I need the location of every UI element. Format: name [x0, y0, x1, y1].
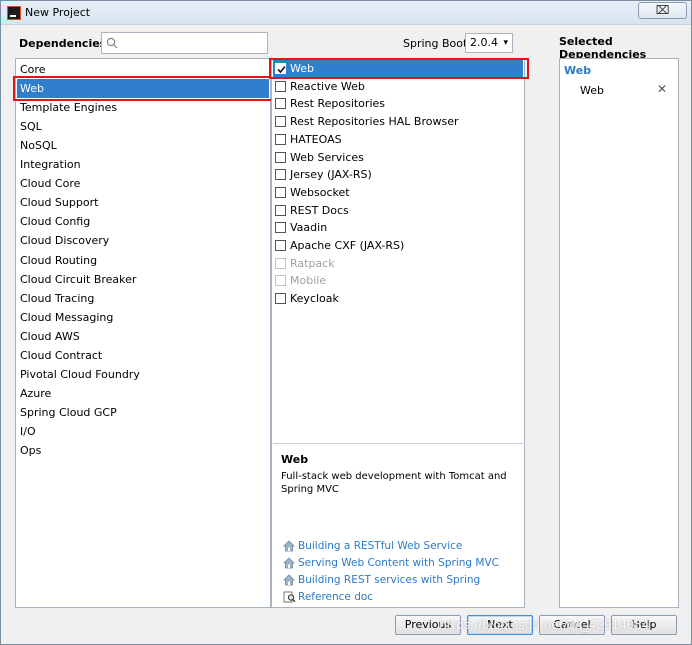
- dependency-label: Websocket: [290, 185, 350, 199]
- category-item-cloud-messaging[interactable]: Cloud Messaging: [17, 308, 269, 327]
- category-item-cloud-aws[interactable]: Cloud AWS: [17, 327, 269, 346]
- dependency-checkbox[interactable]: [275, 186, 286, 198]
- dependency-item-rest-repositories[interactable]: Rest Repositories: [273, 95, 523, 113]
- description-title: Web: [281, 453, 309, 466]
- cancel-button[interactable]: Cancel: [539, 615, 605, 635]
- dependency-highlight-box: [269, 58, 529, 79]
- description-text: Full-stack web development with Tomcat a…: [281, 471, 507, 495]
- category-item-cloud-config[interactable]: Cloud Config: [17, 212, 269, 231]
- dependency-label: Reactive Web: [290, 79, 365, 93]
- dependency-item-websocket[interactable]: Websocket: [273, 184, 523, 202]
- category-item-integration[interactable]: Integration: [17, 155, 269, 174]
- spring-boot-version-select[interactable]: 2.0.4 ▾: [465, 33, 513, 53]
- category-item-azure[interactable]: Azure: [17, 384, 269, 403]
- category-item-ops[interactable]: Ops: [17, 441, 269, 460]
- category-item-spring-cloud-gcp[interactable]: Spring Cloud GCP: [17, 403, 269, 422]
- selected-group-web: Web: [564, 64, 592, 77]
- category-item-cloud-routing[interactable]: Cloud Routing: [17, 251, 269, 270]
- dependency-checkbox[interactable]: [275, 222, 286, 234]
- guide-link-label[interactable]: Reference doc: [298, 591, 373, 603]
- next-button[interactable]: Next: [467, 615, 533, 635]
- dependency-item-jersey-jax-rs[interactable]: Jersey (JAX-RS): [273, 166, 523, 184]
- dependency-list: Web Reactive Web Rest Repositories Rest Rep…: [271, 58, 525, 608]
- dependency-item-apache-cxf-jax-rs[interactable]: Apache CXF (JAX-RS): [273, 237, 523, 255]
- dependencies-label: Dependencies: [19, 37, 107, 50]
- doc-search-icon: [283, 591, 296, 603]
- dependency-checkbox: [275, 257, 286, 269]
- dependency-checkbox[interactable]: [275, 116, 286, 128]
- dependency-checkbox[interactable]: [275, 204, 286, 216]
- category-item-i-o[interactable]: I/O: [17, 422, 269, 441]
- intellij-app-icon: [7, 6, 21, 20]
- dependency-label: Mobile: [290, 274, 327, 288]
- dependency-label: Web Services: [290, 150, 364, 164]
- dependency-checkbox[interactable]: [275, 80, 286, 92]
- dependency-label: Jersey (JAX-RS): [290, 168, 372, 182]
- dependency-item-rest-repositories-hal-browser[interactable]: Rest Repositories HAL Browser: [273, 113, 523, 131]
- dependency-item-vaadin[interactable]: Vaadin: [273, 219, 523, 237]
- dependency-label: Ratpack: [290, 256, 335, 270]
- dependency-label: Rest Repositories HAL Browser: [290, 115, 459, 129]
- spring-boot-version-value: 2.0.4: [470, 36, 498, 49]
- spring-boot-label: Spring Boot: [403, 37, 468, 50]
- close-button[interactable]: ⌧: [638, 2, 687, 19]
- category-list: Core Web Template Engines SQL NoSQL Integrati…: [15, 58, 271, 608]
- category-item-cloud-contract[interactable]: Cloud Contract: [17, 346, 269, 365]
- dependency-item-reactive-web[interactable]: Reactive Web: [273, 78, 523, 96]
- title-bar: New Project ⌧: [1, 1, 691, 25]
- search-icon: [106, 37, 118, 49]
- dependency-checkbox: [275, 275, 286, 287]
- dependency-label: Vaadin: [290, 221, 328, 235]
- dependency-checkbox[interactable]: [275, 133, 286, 145]
- selected-dependencies-panel: Web Web ✕: [559, 58, 679, 608]
- category-item-nosql[interactable]: NoSQL: [17, 136, 269, 155]
- dependency-label: REST Docs: [290, 203, 349, 217]
- category-item-cloud-tracing[interactable]: Cloud Tracing: [17, 289, 269, 308]
- dependency-checkbox[interactable]: [275, 293, 286, 305]
- guide-link-label[interactable]: Building REST services with Spring: [298, 574, 480, 586]
- dependency-item-hateoas[interactable]: HATEOAS: [273, 131, 523, 149]
- dependency-description: Web Full-stack web development with Tomc…: [273, 443, 523, 607]
- dependency-checkbox[interactable]: [275, 240, 286, 251]
- dependency-checkbox[interactable]: [275, 169, 286, 181]
- search-field[interactable]: [101, 32, 268, 54]
- category-item-cloud-core[interactable]: Cloud Core: [17, 174, 269, 193]
- dependency-label: Apache CXF (JAX-RS): [290, 239, 405, 252]
- help-button[interactable]: Help: [611, 615, 677, 635]
- category-item-cloud-discovery[interactable]: Cloud Discovery: [17, 231, 269, 250]
- dependency-label: Keycloak: [290, 292, 339, 306]
- dependency-item-ratpack: Ratpack: [273, 255, 523, 273]
- dependency-label: HATEOAS: [290, 132, 342, 146]
- category-highlight-box: [13, 76, 273, 101]
- category-item-sql[interactable]: SQL: [17, 117, 269, 136]
- dependency-checkbox[interactable]: [275, 151, 286, 163]
- new-project-dialog: New Project ⌧ Dependencies Spring Boot 2…: [0, 0, 692, 645]
- dependency-item-keycloak[interactable]: Keycloak: [273, 290, 523, 308]
- category-item-cloud-circuit-breaker[interactable]: Cloud Circuit Breaker: [17, 270, 269, 289]
- dependency-item-mobile: Mobile: [273, 272, 523, 290]
- dependency-item-rest-docs[interactable]: REST Docs: [273, 202, 523, 220]
- window-title: New Project: [25, 6, 91, 19]
- dependency-item-web-services[interactable]: Web Services: [273, 149, 523, 167]
- search-input[interactable]: [122, 35, 264, 51]
- home-icon: [283, 557, 295, 569]
- guide-link-label[interactable]: Serving Web Content with Spring MVC: [298, 557, 499, 569]
- remove-dependency-icon[interactable]: ✕: [657, 82, 667, 96]
- chevron-down-icon: ▾: [503, 38, 508, 48]
- dependency-label: Rest Repositories: [290, 97, 385, 111]
- selected-dependency-web: Web: [580, 84, 604, 97]
- category-item-pivotal-cloud-foundry[interactable]: Pivotal Cloud Foundry: [17, 365, 269, 384]
- home-icon: [283, 574, 295, 586]
- category-item-cloud-support[interactable]: Cloud Support: [17, 193, 269, 212]
- previous-button[interactable]: Previous: [395, 615, 461, 635]
- home-icon: [283, 540, 295, 552]
- guide-link-label[interactable]: Building a RESTful Web Service: [298, 540, 462, 552]
- dependency-checkbox[interactable]: [275, 98, 286, 110]
